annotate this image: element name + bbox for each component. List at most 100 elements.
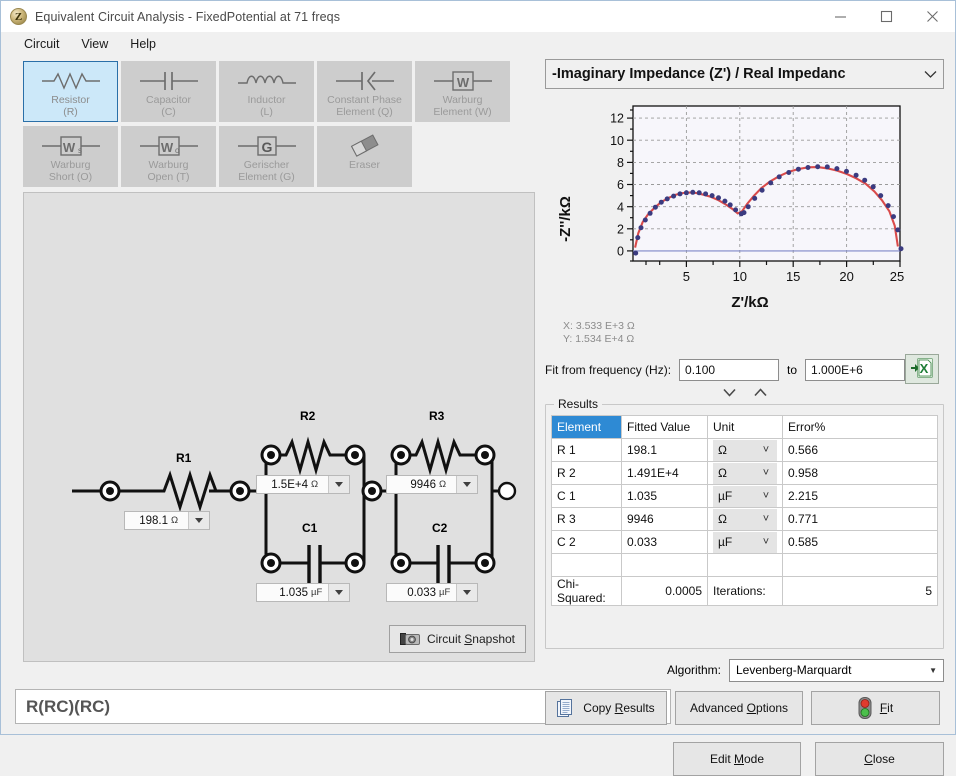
dropdown-arrow-r2[interactable] — [328, 476, 349, 493]
fit-to-label: to — [787, 363, 797, 377]
plot-type-select[interactable]: -Imaginary Impedance (Z') / Real Impedan… — [545, 59, 944, 89]
palette-sublabel: Element (Q) — [336, 106, 393, 118]
circuit-snapshot-label: Circuit Snapshot — [427, 632, 515, 646]
cell-element: R 3 — [552, 508, 622, 531]
gerischer-g-symbol: G — [236, 133, 298, 159]
palette-warburg-short[interactable]: Ws WarburgShort (O) — [23, 126, 118, 187]
column-error[interactable]: Error% — [783, 416, 938, 439]
table-row[interactable]: R 1 198.1 Ω˅ 0.566 — [552, 439, 938, 462]
dropdown-arrow-r1[interactable] — [188, 512, 209, 529]
table-row[interactable] — [552, 554, 938, 577]
chevron-down-icon[interactable]: ˅ — [755, 509, 777, 530]
palette-capacitor[interactable]: Capacitor(C) — [121, 61, 216, 122]
cursor-readout-x: X: 3.533 E+3 Ω — [563, 320, 635, 333]
value-box-r2[interactable]: 1.5E+4 Ω — [256, 475, 350, 494]
table-row[interactable]: C 1 1.035 µF˅ 2.215 — [552, 485, 938, 508]
svg-text:o: o — [175, 146, 180, 155]
palette-label: Constant Phase — [327, 94, 402, 106]
table-row[interactable]: R 2 1.491E+4 Ω˅ 0.958 — [552, 462, 938, 485]
column-element[interactable]: Element — [552, 416, 622, 439]
unit-r1: Ω — [171, 515, 188, 526]
results-group: Results Element Fitted Value Unit Error%… — [545, 404, 944, 649]
circuit-canvas[interactable]: R1 R2 C1 R3 C2 198.1 Ω 1.5E+4 Ω 1.035 — [23, 192, 535, 662]
app-icon: Z — [10, 8, 27, 25]
component-label-c1: C1 — [302, 521, 317, 535]
title-bar: Z Equivalent Circuit Analysis - FixedPot… — [1, 1, 955, 32]
value-box-c1[interactable]: 1.035 µF — [256, 583, 350, 602]
fit-label: Fit — [880, 701, 893, 715]
equivalent-circuit-analysis-window: Z Equivalent Circuit Analysis - FixedPot… — [0, 0, 956, 735]
palette-gerischer-element[interactable]: G GerischerElement (G) — [219, 126, 314, 187]
plot-type-value: -Imaginary Impedance (Z') / Real Impedan… — [552, 66, 920, 82]
svg-text:20: 20 — [839, 269, 853, 284]
action-buttons-row-1: Copy Results Advanced Options Fit — [545, 691, 944, 725]
palette-warburg-open[interactable]: Wo WarburgOpen (T) — [121, 126, 216, 187]
cell-unit[interactable]: Ω˅ — [708, 508, 783, 531]
excel-export-button[interactable]: X — [905, 354, 939, 384]
svg-text:5: 5 — [683, 269, 690, 284]
algorithm-row: Algorithm: Levenberg-Marquardt ▼ — [545, 658, 944, 682]
chevron-up-icon[interactable] — [753, 386, 768, 401]
camera-icon — [400, 632, 420, 646]
palette-eraser[interactable]: Eraser — [317, 126, 412, 187]
column-fitted-value[interactable]: Fitted Value — [622, 416, 708, 439]
menu-view[interactable]: View — [70, 34, 119, 54]
results-table[interactable]: Element Fitted Value Unit Error% R 1 198… — [551, 415, 938, 606]
chevron-down-icon[interactable]: ˅ — [755, 440, 777, 461]
menu-help[interactable]: Help — [119, 34, 167, 54]
palette-sublabel: Element (W) — [433, 106, 491, 118]
cell-unit[interactable]: µF˅ — [708, 485, 783, 508]
svg-text:6: 6 — [617, 178, 624, 192]
fit-to-input[interactable]: 1.000E+6 — [805, 359, 905, 381]
svg-text:-Z''/kΩ: -Z''/kΩ — [557, 196, 574, 242]
table-row[interactable]: C 2 0.033 µF˅ 0.585 — [552, 531, 938, 554]
edit-mode-button[interactable]: Edit Mode — [673, 742, 801, 776]
copy-results-button[interactable]: Copy Results — [545, 691, 667, 725]
warburg-wo-symbol: Wo — [138, 133, 200, 159]
value-box-r1[interactable]: 198.1 Ω — [124, 511, 210, 530]
chevron-down-icon[interactable]: ˅ — [755, 463, 777, 484]
fit-button[interactable]: Fit — [811, 691, 940, 725]
palette-inductor[interactable]: Inductor(L) — [219, 61, 314, 122]
component-label-r1: R1 — [176, 451, 191, 465]
advanced-options-button[interactable]: Advanced Options — [675, 691, 803, 725]
unit-value: µF — [713, 486, 755, 507]
dropdown-arrow-c2[interactable] — [456, 584, 477, 601]
fit-to-value: 1.000E+6 — [811, 363, 863, 377]
dropdown-arrow-r3[interactable] — [456, 476, 477, 493]
svg-text:G: G — [261, 139, 272, 155]
value-box-r3[interactable]: 9946 Ω — [386, 475, 478, 494]
palette-resistor[interactable]: Resistor(R) — [23, 61, 118, 122]
close-button[interactable]: Close — [815, 742, 944, 776]
column-unit[interactable]: Unit — [708, 416, 783, 439]
cell-unit[interactable]: Ω˅ — [708, 439, 783, 462]
chevron-down-icon[interactable]: ˅ — [755, 486, 777, 507]
cell-unit[interactable]: µF˅ — [708, 531, 783, 554]
documents-icon — [557, 698, 575, 718]
warburg-ws-symbol: Ws — [40, 133, 102, 159]
unit-value: Ω — [713, 463, 755, 484]
fit-from-value: 0.100 — [685, 363, 715, 377]
cpe-symbol — [334, 68, 396, 94]
algorithm-select[interactable]: Levenberg-Marquardt ▼ — [729, 659, 944, 682]
value-box-c2[interactable]: 0.033 µF — [386, 583, 478, 602]
nyquist-plot[interactable]: -Z''/kΩ Z'/kΩ — [545, 94, 944, 344]
palette-label: Eraser — [349, 159, 380, 171]
action-buttons-row-2: Edit Mode Close — [673, 742, 944, 776]
close-icon[interactable] — [909, 1, 955, 32]
maximize-icon[interactable] — [863, 1, 909, 32]
minimize-icon[interactable] — [817, 1, 863, 32]
palette-constant-phase-element[interactable]: Constant PhaseElement (Q) — [317, 61, 412, 122]
chevron-down-icon[interactable] — [722, 386, 737, 401]
unit-r2: Ω — [311, 479, 328, 490]
chevron-down-icon[interactable]: ˅ — [755, 532, 777, 553]
palette-warburg-element[interactable]: W WarburgElement (W) — [415, 61, 510, 122]
table-row[interactable]: R 3 9946 Ω˅ 0.771 — [552, 508, 938, 531]
dropdown-arrow-c1[interactable] — [328, 584, 349, 601]
cell-unit[interactable]: Ω˅ — [708, 462, 783, 485]
circuit-snapshot-button[interactable]: Circuit Snapshot — [389, 625, 526, 653]
unit-value: Ω — [713, 509, 755, 530]
menu-circuit[interactable]: Circuit — [13, 34, 70, 54]
fit-from-input[interactable]: 0.100 — [679, 359, 779, 381]
svg-text:W: W — [160, 140, 173, 155]
